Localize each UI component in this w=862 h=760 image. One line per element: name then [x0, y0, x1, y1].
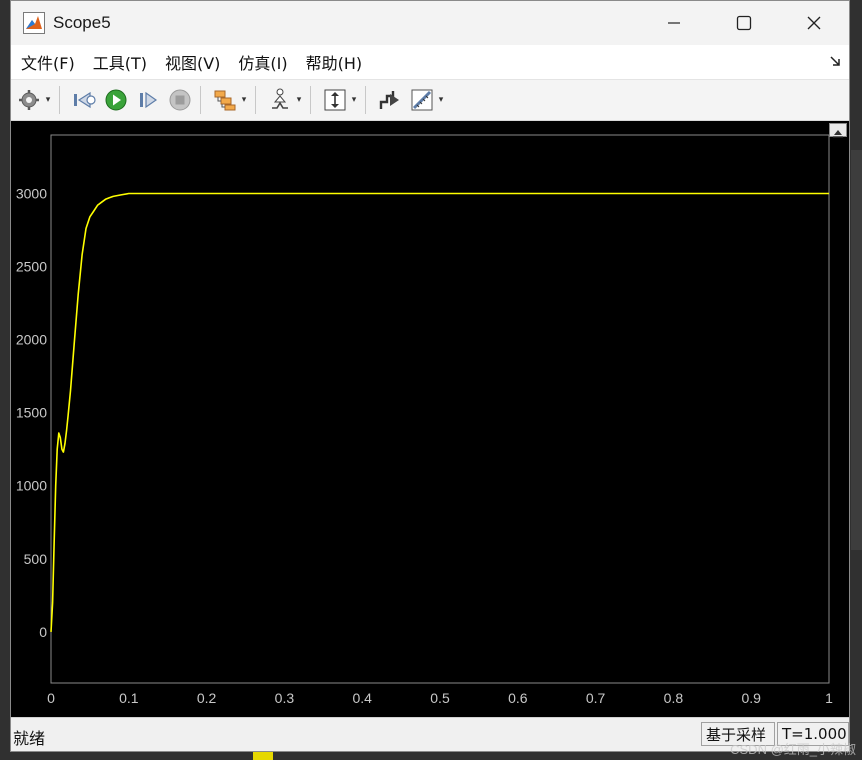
x-tick-label: 0.1 [119, 690, 139, 706]
x-tick-label: 0.4 [352, 690, 372, 706]
toolbar-separator [59, 86, 60, 114]
run-button[interactable] [102, 86, 130, 114]
y-tick-label: 3000 [16, 185, 47, 201]
undock-icon [833, 130, 843, 138]
x-tick-label: 0 [47, 690, 55, 706]
close-button[interactable] [779, 1, 849, 45]
step-forward-button[interactable] [134, 86, 162, 114]
autoscale-dropdown[interactable]: ▾ [349, 86, 359, 114]
toolbar: ▾ ▾ ▾ ▾ ▾ [11, 80, 849, 121]
measure-button[interactable] [408, 86, 436, 114]
settings-dropdown[interactable]: ▾ [43, 86, 53, 114]
signal-hierarchy-dropdown[interactable]: ▾ [239, 86, 249, 114]
plot-frame [50, 134, 830, 684]
scope-triggers-button[interactable] [376, 86, 404, 114]
menu-file[interactable]: 文件(F) [21, 48, 75, 76]
scope-triggers-icon [379, 91, 399, 109]
signal-hierarchy-button[interactable] [211, 86, 239, 114]
step-back-icon [74, 91, 96, 109]
trigger-icon [272, 88, 288, 109]
x-tick-label: 0.2 [197, 690, 217, 706]
y-tick-label: 500 [24, 551, 48, 567]
x-tick-label: 0.6 [508, 690, 528, 706]
gear-icon [19, 90, 39, 110]
step-back-button[interactable] [70, 86, 98, 114]
undock-plot-button[interactable] [829, 123, 847, 138]
background-panel-right [851, 150, 862, 550]
x-tick-label: 0.5 [430, 690, 450, 706]
minimize-icon [668, 22, 680, 24]
menu-simulation[interactable]: 仿真(I) [238, 48, 287, 76]
trigger-button[interactable] [266, 86, 294, 114]
minimize-button[interactable] [639, 1, 709, 45]
window-title: Scope5 [53, 13, 111, 32]
status-bar: 就绪 基于采样 T=1.000 [11, 717, 849, 751]
step-forward-icon [140, 91, 158, 109]
maximize-button[interactable] [709, 1, 779, 45]
x-tick-label: 0.8 [664, 690, 684, 706]
toolbar-separator [200, 86, 201, 114]
menu-view[interactable]: 视图(V) [165, 48, 220, 76]
menu-help[interactable]: 帮助(H) [306, 48, 363, 76]
trigger-dropdown[interactable]: ▾ [294, 86, 304, 114]
title-bar: Scope5 [11, 1, 849, 45]
y-tick-label: 2500 [16, 259, 47, 275]
autoscale-button[interactable] [321, 86, 349, 114]
x-tick-label: 0.7 [586, 690, 606, 706]
stop-button[interactable] [166, 86, 194, 114]
menu-tools[interactable]: 工具(T) [93, 48, 147, 76]
settings-button[interactable] [15, 86, 43, 114]
watermark: CSDN @红雨_小辣椒 [730, 742, 856, 757]
run-icon [105, 89, 127, 111]
background-signal [253, 752, 273, 760]
autoscale-icon [324, 89, 346, 111]
toolbar-separator [365, 86, 366, 114]
window-controls [639, 1, 849, 45]
measure-dropdown[interactable]: ▾ [436, 86, 446, 114]
menu-bar: 文件(F) 工具(T) 视图(V) 仿真(I) 帮助(H) [11, 45, 849, 80]
x-tick-label: 1 [825, 690, 833, 706]
x-tick-label: 0.3 [275, 690, 295, 706]
measure-icon [411, 89, 433, 111]
x-tick-label: 0.9 [741, 690, 761, 706]
dock-arrow-icon[interactable] [829, 54, 843, 68]
close-icon [807, 16, 821, 30]
y-tick-label: 2000 [16, 332, 47, 348]
scope-plot[interactable]: 0 0.1 0.2 0.3 0.4 0.5 0.6 0.7 0.8 0.9 1 0 500 1000 150… [11, 121, 849, 717]
toolbar-separator [255, 86, 256, 114]
axes [50, 134, 830, 684]
matlab-icon [23, 12, 45, 34]
signal-hierarchy-icon [214, 90, 236, 111]
status-ready-text: 就绪 [13, 729, 46, 748]
y-tick-label: 1500 [16, 405, 47, 421]
maximize-icon [736, 15, 752, 31]
stop-icon [169, 89, 191, 111]
y-tick-label: 0 [39, 624, 47, 640]
scope-window: Scope5 文件(F) 工具(T) 视图(V) 仿真(I) 帮助(H) ▾ ▾… [10, 0, 850, 752]
toolbar-separator [310, 86, 311, 114]
y-tick-label: 1000 [16, 478, 47, 494]
line-chart: 0 0.1 0.2 0.3 0.4 0.5 0.6 0.7 0.8 0.9 1 0 500 1000 150… [16, 134, 833, 706]
